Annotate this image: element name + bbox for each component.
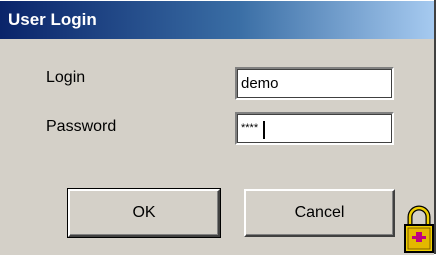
login-field-value: demo — [241, 75, 279, 92]
ok-button-label: OK — [132, 204, 156, 221]
password-label: Password — [46, 118, 117, 135]
ok-button[interactable]: OK — [67, 188, 221, 238]
cancel-button-label: Cancel — [294, 204, 345, 221]
password-field-value: **** — [241, 122, 259, 134]
text-caret — [263, 121, 265, 139]
padlock-icon — [404, 205, 434, 253]
cancel-button[interactable]: Cancel — [244, 189, 395, 237]
login-field[interactable]: demo — [235, 67, 394, 100]
window-title: User Login — [8, 10, 97, 29]
password-field[interactable]: **** — [235, 112, 394, 145]
dialog-border — [434, 0, 436, 254]
title-bar[interactable]: User Login — [0, 1, 434, 39]
login-dialog: User Login Login demo Password **** OK C… — [0, 0, 434, 255]
login-label: Login — [46, 69, 86, 86]
